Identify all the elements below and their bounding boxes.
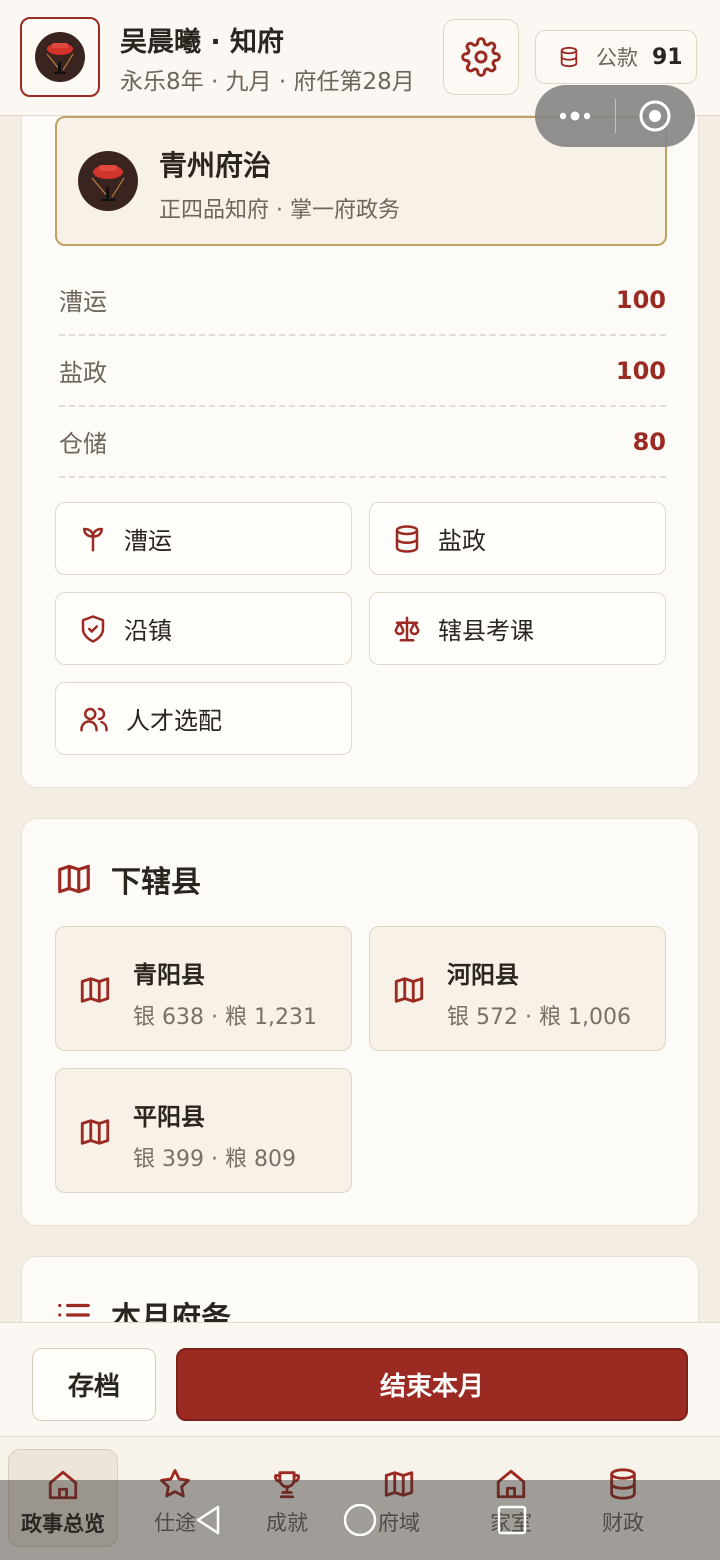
office-title: 青州府治 xyxy=(159,149,272,182)
action-label: 漕运 xyxy=(124,527,172,555)
end-month-button[interactable]: 结束本月 xyxy=(176,1348,688,1421)
sprout-icon xyxy=(83,527,103,551)
prefecture-card: 青州府治 正四品知府 · 掌一府政务 漕运 100 盐政 100 仓储 80 漕… xyxy=(21,60,699,788)
system-navigation-bar xyxy=(0,1480,720,1560)
scales-icon xyxy=(394,616,420,641)
county-resources: 银 638 · 粮 1,231 xyxy=(133,1005,317,1030)
garrison-button[interactable]: 沿镇 xyxy=(55,592,352,665)
funds-value: 91 xyxy=(652,44,683,70)
salt-administration-button[interactable]: 盐政 xyxy=(369,502,666,575)
stat-row: 仓储 80 xyxy=(59,407,666,478)
stat-label: 漕运 xyxy=(59,288,107,316)
county-name: 河阳县 xyxy=(447,961,519,989)
users-icon xyxy=(80,707,108,731)
action-label: 沿镇 xyxy=(124,617,172,645)
official-seal-icon xyxy=(78,151,138,211)
shield-check-icon xyxy=(81,614,105,643)
funds-label: 公款 xyxy=(596,46,638,70)
database-icon xyxy=(395,524,419,553)
save-button[interactable]: 存档 xyxy=(32,1348,156,1421)
county-evaluation-button[interactable]: 辖县考课 xyxy=(369,592,666,665)
canal-transport-button[interactable]: 漕运 xyxy=(55,502,352,575)
stat-label: 盐政 xyxy=(59,359,107,387)
funds-display[interactable]: 公款 91 xyxy=(535,30,697,84)
county-card-pingyang[interactable]: 平阳县 银 399 · 粮 809 xyxy=(55,1068,352,1193)
official-seal-icon xyxy=(35,32,85,82)
county-card-qingyang[interactable]: 青阳县 银 638 · 粮 1,231 xyxy=(55,926,352,1051)
stat-label: 仓储 xyxy=(59,430,107,458)
counties-card: 下辖县 青阳县 银 638 · 粮 1,231 河阳县 银 572 · 粮 1,… xyxy=(21,818,699,1226)
stat-value: 80 xyxy=(632,427,666,456)
section-title: 下辖县 xyxy=(55,857,201,901)
county-resources: 银 572 · 粮 1,006 xyxy=(447,1005,631,1030)
counties-title: 下辖县 xyxy=(111,865,201,900)
game-date: 永乐8年 · 九月 · 府任第28月 xyxy=(120,69,415,95)
database-icon xyxy=(560,46,578,68)
official-name: 吴晨曦 · 知府 xyxy=(120,27,285,58)
more-icon[interactable] xyxy=(555,101,595,131)
settings-button[interactable] xyxy=(443,19,519,95)
close-target-icon[interactable] xyxy=(638,99,672,133)
action-label: 人才选配 xyxy=(126,707,222,735)
office-subtitle: 正四品知府 · 掌一府政务 xyxy=(159,198,400,223)
county-name: 青阳县 xyxy=(133,961,205,989)
action-bar: 存档 结束本月 xyxy=(0,1322,720,1436)
map-icon xyxy=(80,1119,110,1145)
back-icon[interactable] xyxy=(190,1502,226,1538)
gear-icon xyxy=(461,37,501,77)
stat-value: 100 xyxy=(615,285,666,314)
county-resources: 银 399 · 粮 809 xyxy=(133,1147,296,1172)
stat-row: 盐政 100 xyxy=(59,336,666,407)
county-card-heyang[interactable]: 河阳县 银 572 · 粮 1,006 xyxy=(369,926,666,1051)
action-label: 辖县考课 xyxy=(438,617,534,645)
stat-value: 100 xyxy=(615,356,666,385)
county-name: 平阳县 xyxy=(133,1103,205,1131)
action-label: 盐政 xyxy=(438,527,486,555)
stat-row: 漕运 100 xyxy=(59,265,666,336)
talent-selection-button[interactable]: 人才选配 xyxy=(55,682,352,755)
miniprogram-capsule xyxy=(535,85,695,147)
avatar[interactable] xyxy=(20,17,100,97)
recents-icon[interactable] xyxy=(494,1502,530,1538)
map-icon xyxy=(80,977,110,1003)
map-icon xyxy=(394,977,424,1003)
map-icon xyxy=(58,864,90,894)
home-circle-icon[interactable] xyxy=(342,1502,378,1538)
